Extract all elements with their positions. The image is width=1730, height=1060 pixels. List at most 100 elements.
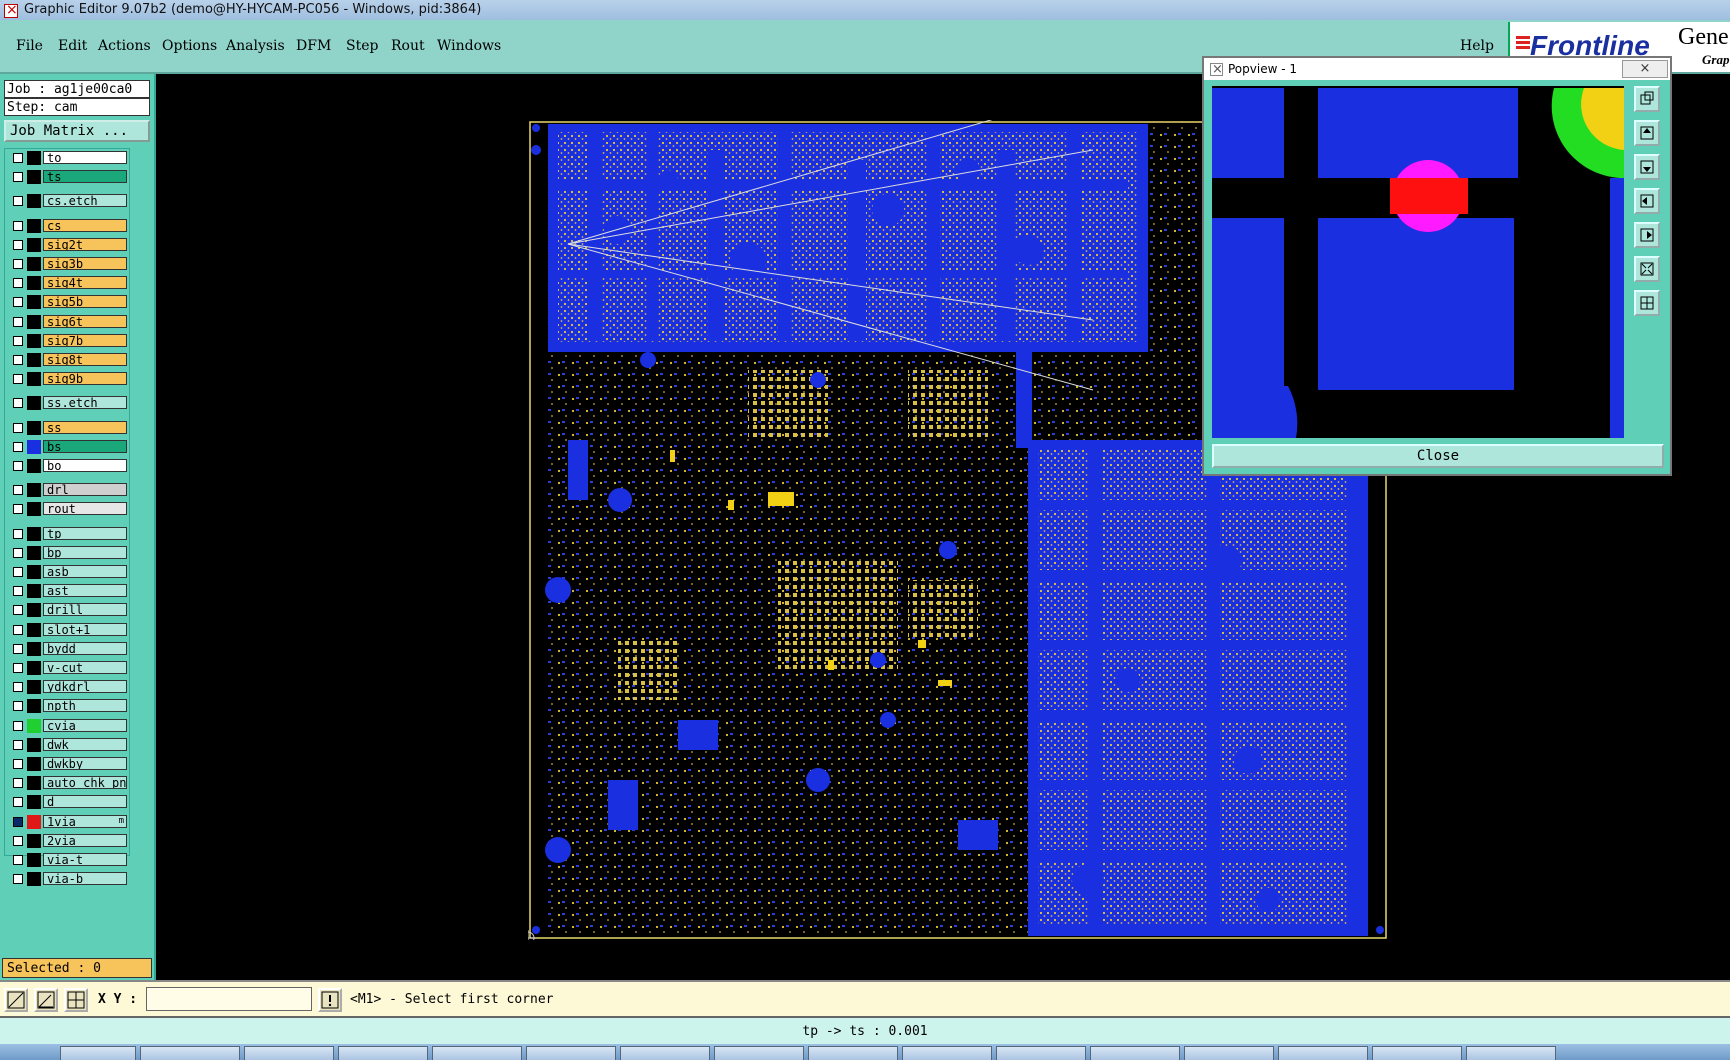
layer-checkbox[interactable]: [13, 220, 23, 231]
layer-color-swatch[interactable]: [27, 545, 41, 560]
layer-name[interactable]: asb: [43, 565, 127, 578]
layer-checkbox[interactable]: [13, 441, 23, 452]
layer-name[interactable]: ast: [43, 584, 127, 598]
menu-actions[interactable]: Actions: [98, 38, 151, 54]
taskbar-item[interactable]: [338, 1046, 428, 1060]
layer-color-swatch[interactable]: [27, 526, 41, 541]
layer-checkbox[interactable]: [13, 335, 23, 346]
layer-row-sig7b[interactable]: sig7b: [7, 333, 127, 348]
layer-color-swatch[interactable]: [27, 439, 41, 454]
taskbar-item[interactable]: [140, 1046, 240, 1060]
menu-windows[interactable]: Windows: [437, 38, 501, 54]
layer-color-swatch[interactable]: [27, 276, 41, 291]
layer-color-swatch[interactable]: [27, 459, 41, 473]
layer-checkbox[interactable]: [13, 259, 23, 269]
layer-color-swatch[interactable]: [27, 853, 41, 867]
layer-row-sig3b[interactable]: sig3b: [7, 257, 127, 271]
layer-row-via-b[interactable]: via-b: [7, 872, 127, 887]
layer-checkbox[interactable]: [13, 624, 23, 635]
layer-color-swatch[interactable]: [27, 237, 41, 252]
layer-checkbox[interactable]: [13, 239, 23, 250]
layer-name[interactable]: 2via: [43, 833, 127, 847]
layer-row-cvia[interactable]: cvia: [7, 718, 127, 733]
layer-name[interactable]: bs: [43, 439, 127, 453]
taskbar-item[interactable]: [1466, 1046, 1556, 1060]
layer-color-swatch[interactable]: [27, 565, 41, 579]
layer-checkbox[interactable]: [13, 422, 23, 433]
layer-row-bydd[interactable]: bydd: [7, 641, 127, 656]
layer-checkbox[interactable]: [13, 797, 23, 808]
layer-checkbox[interactable]: [13, 874, 23, 885]
taskbar-item[interactable]: [1372, 1046, 1462, 1060]
popview-close-x-button[interactable]: ×: [1622, 60, 1668, 78]
layer-checkbox[interactable]: [13, 278, 23, 289]
layer-name[interactable]: to: [43, 151, 127, 164]
taskbar-item[interactable]: [714, 1046, 804, 1060]
menu-analysis[interactable]: Analysis: [226, 38, 285, 54]
layer-row-ydkdrl[interactable]: ydkdrl: [7, 680, 127, 695]
layer-checkbox[interactable]: [13, 316, 23, 327]
layer-color-swatch[interactable]: [27, 353, 41, 367]
layer-color-swatch[interactable]: [27, 170, 41, 185]
layer-name[interactable]: drl: [43, 483, 127, 497]
layer-color-swatch[interactable]: [27, 872, 41, 887]
menu-options[interactable]: Options: [162, 38, 217, 54]
layer-name[interactable]: drill: [43, 603, 127, 617]
layer-color-swatch[interactable]: [27, 218, 41, 233]
layer-row-auto_chk_pn[interactable]: auto_chk_pn: [7, 776, 127, 791]
layer-checkbox[interactable]: [13, 485, 23, 496]
layer-row-bs[interactable]: bs: [7, 439, 127, 454]
layer-name[interactable]: ts: [43, 170, 127, 184]
layer-color-swatch[interactable]: [27, 314, 41, 329]
layer-checkbox[interactable]: [13, 720, 23, 731]
layer-checkbox[interactable]: [13, 701, 23, 712]
layer-checkbox[interactable]: [13, 778, 23, 789]
layer-name[interactable]: rout: [43, 502, 127, 516]
layer-row-dwkby[interactable]: dwkby: [7, 757, 127, 771]
layer-name[interactable]: sig4t: [43, 276, 127, 290]
menu-dfm[interactable]: DFM: [296, 38, 331, 54]
layer-name[interactable]: sig6t: [43, 314, 127, 328]
layer-color-swatch[interactable]: [27, 833, 41, 848]
layer-name[interactable]: sig8t: [43, 353, 127, 366]
layer-row-2via[interactable]: 2via: [7, 833, 127, 848]
layer-name[interactable]: via-t: [43, 853, 127, 866]
taskbar-item[interactable]: [1090, 1046, 1180, 1060]
layer-color-swatch[interactable]: [27, 757, 41, 771]
layer-checkbox[interactable]: [13, 528, 23, 539]
layer-row-bp[interactable]: bp: [7, 545, 127, 560]
layer-checkbox[interactable]: [13, 605, 23, 616]
layer-checkbox[interactable]: [13, 739, 23, 750]
layer-checkbox[interactable]: [13, 663, 23, 673]
layer-color-swatch[interactable]: [27, 333, 41, 348]
layer-row-v-cut[interactable]: v-cut: [7, 661, 127, 675]
layer-name[interactable]: via-b: [43, 872, 127, 886]
layer-row-rout[interactable]: rout: [7, 502, 127, 517]
popview-tool-pan-right-icon[interactable]: [1634, 222, 1660, 248]
layer-name[interactable]: ss.etch: [43, 396, 127, 410]
popview-tool-zoom-window-icon[interactable]: [1634, 86, 1660, 112]
layer-color-swatch[interactable]: [27, 661, 41, 675]
layer-checkbox[interactable]: [13, 816, 23, 827]
layer-name[interactable]: ydkdrl: [43, 680, 127, 694]
layer-color-swatch[interactable]: [27, 151, 41, 165]
layer-row-via-t[interactable]: via-t: [7, 853, 127, 867]
layer-checkbox[interactable]: [13, 547, 23, 558]
layer-name[interactable]: d: [43, 795, 127, 809]
layer-row-ss.etch[interactable]: ss.etch: [7, 396, 127, 411]
grid-mode-icon[interactable]: [64, 988, 88, 1012]
layer-name[interactable]: 1via m: [43, 814, 127, 828]
menu-file[interactable]: File: [16, 38, 43, 54]
taskbar-item[interactable]: [902, 1046, 992, 1060]
popview-close-button[interactable]: Close: [1212, 444, 1664, 468]
layer-color-swatch[interactable]: [27, 483, 41, 498]
taskbar-item[interactable]: [808, 1046, 898, 1060]
layer-row-cs[interactable]: cs: [7, 218, 127, 233]
layer-name[interactable]: npth: [43, 699, 127, 713]
layer-row-sig2t[interactable]: sig2t: [7, 237, 127, 252]
taskbar-item[interactable]: [996, 1046, 1086, 1060]
layer-color-swatch[interactable]: [27, 641, 41, 656]
layer-row-ts[interactable]: ts: [7, 170, 127, 185]
layer-color-swatch[interactable]: [27, 502, 41, 517]
layer-color-swatch[interactable]: [27, 295, 41, 310]
